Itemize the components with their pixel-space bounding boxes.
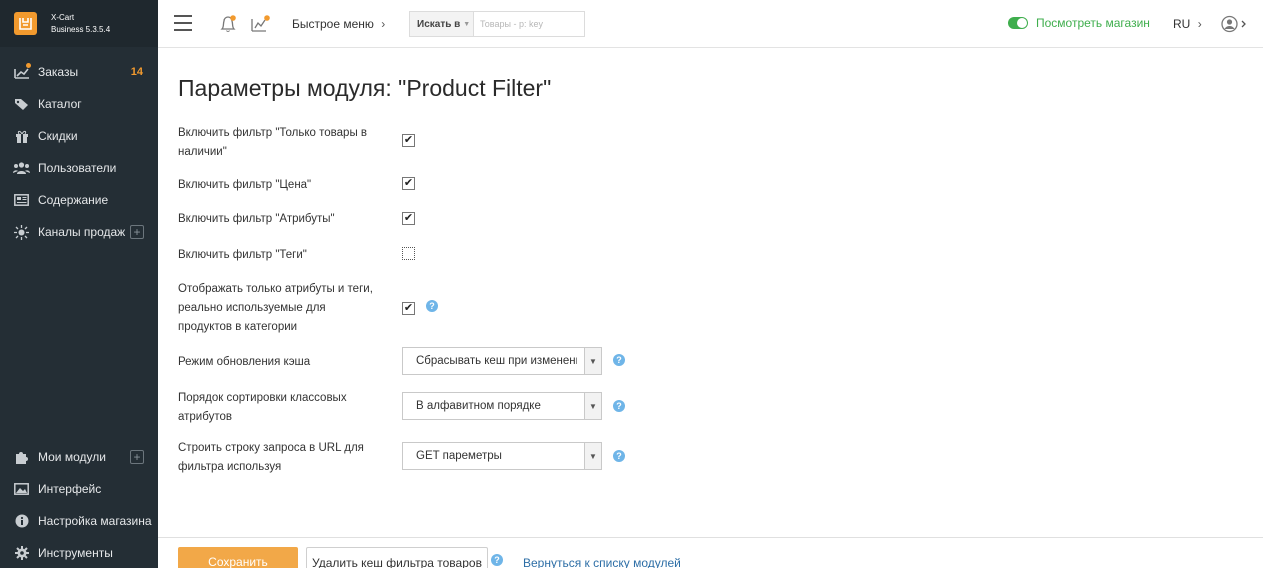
back-to-modules-link[interactable]: Вернуться к списку модулей bbox=[523, 556, 681, 568]
bell-icon[interactable] bbox=[218, 15, 238, 33]
main-content: Параметры модуля: "Product Filter" Включ… bbox=[158, 48, 1263, 568]
tags-filter-label: Включить фильтр "Теги" bbox=[178, 249, 307, 261]
brand-edition: Business 5.3.5.4 bbox=[51, 24, 111, 34]
sidebar-item-label: Заказы bbox=[38, 65, 79, 79]
tags-filter-checkbox[interactable] bbox=[402, 247, 415, 260]
quick-menu-label: Быстрое меню bbox=[292, 17, 374, 31]
sidebar-item-store-setup[interactable]: Настройка магазина bbox=[0, 505, 158, 537]
notification-dot bbox=[26, 63, 31, 68]
chevron-down-icon: ▼ bbox=[584, 348, 601, 374]
only-used-label: Отображать только атрибуты и теги, реаль… bbox=[178, 283, 373, 333]
toggle-on-icon bbox=[1008, 17, 1028, 29]
gear-icon bbox=[13, 546, 30, 560]
sidebar-item-content[interactable]: Содержание bbox=[0, 184, 158, 216]
caret-down-icon: ▼ bbox=[463, 20, 471, 28]
brand-text: X-Cart Business 5.3.5.4 bbox=[51, 12, 110, 36]
gift-icon bbox=[13, 129, 30, 143]
sidebar-nav: Заказы 14 Каталог Скидки Пользователи Со… bbox=[0, 56, 158, 248]
help-icon[interactable]: ? bbox=[613, 450, 625, 462]
user-avatar-icon bbox=[1221, 15, 1246, 33]
xcart-logo-icon bbox=[14, 12, 37, 35]
sidebar-item-discounts[interactable]: Скидки bbox=[0, 120, 158, 152]
search-type-select[interactable]: Искать в ▼ bbox=[410, 12, 474, 36]
in-stock-filter-label: Включить фильтр "Только товары в наличии… bbox=[178, 127, 368, 158]
form-footer: Сохранить Удалить кеш фильтра товаров ? … bbox=[158, 537, 1263, 568]
help-icon[interactable]: ? bbox=[426, 300, 438, 312]
expand-plus-icon[interactable]: + bbox=[130, 450, 144, 464]
search-type-label: Искать в bbox=[417, 18, 461, 30]
sidebar-item-users[interactable]: Пользователи bbox=[0, 152, 158, 184]
help-icon[interactable]: ? bbox=[613, 400, 625, 412]
save-button[interactable]: Сохранить bbox=[178, 547, 298, 568]
sidebar-item-label: Каналы продаж bbox=[38, 225, 126, 239]
cache-mode-label: Режим обновления кэша bbox=[178, 356, 311, 368]
sidebar-bottom-nav: Мои модули + Интерфейс Настройка магазин… bbox=[0, 441, 158, 568]
checkmark-icon: ✔ bbox=[403, 134, 414, 146]
sidebar-item-label: Пользователи bbox=[38, 161, 117, 175]
sun-icon bbox=[13, 224, 30, 240]
sidebar-item-label: Каталог bbox=[38, 97, 82, 111]
view-store-label: Посмотреть магазин bbox=[1036, 16, 1150, 30]
checkmark-icon: ✔ bbox=[403, 302, 414, 314]
sort-order-label: Порядок сортировки классовых атрибутов bbox=[178, 392, 347, 423]
help-icon[interactable]: ? bbox=[613, 354, 625, 366]
content-icon bbox=[13, 193, 30, 207]
cache-mode-select[interactable]: Сбрасывать кеш при изменении ▼ bbox=[402, 347, 602, 375]
sidebar-item-label: Содержание bbox=[38, 193, 109, 207]
sidebar-item-label: Инструменты bbox=[38, 546, 113, 560]
brand-name: X-Cart bbox=[51, 12, 75, 22]
expand-plus-icon[interactable]: + bbox=[130, 225, 144, 239]
sidebar-item-orders[interactable]: Заказы 14 bbox=[0, 56, 158, 88]
view-store-toggle[interactable]: Посмотреть магазин bbox=[1008, 16, 1150, 30]
sidebar-item-label: Настройка магазина bbox=[38, 514, 152, 528]
image-icon bbox=[13, 482, 30, 496]
hamburger-menu-icon[interactable] bbox=[174, 15, 192, 31]
sidebar-item-sales-channels[interactable]: Каналы продаж + bbox=[0, 216, 158, 248]
sidebar: X-Cart Business 5.3.5.4 Заказы 14 Катало… bbox=[0, 0, 158, 568]
sidebar-item-catalog[interactable]: Каталог bbox=[0, 88, 158, 120]
tag-icon bbox=[13, 97, 30, 111]
only-used-checkbox[interactable]: ✔ bbox=[402, 302, 415, 315]
sort-order-value: В алфавитном порядке bbox=[416, 400, 541, 412]
help-icon[interactable]: ? bbox=[491, 554, 503, 566]
language-label: RU bbox=[1173, 17, 1191, 31]
price-filter-checkbox[interactable]: ✔ bbox=[402, 177, 415, 190]
checkmark-icon: ✔ bbox=[403, 177, 414, 189]
chevron-right-icon: › bbox=[1197, 17, 1202, 31]
checkmark-icon: ✔ bbox=[403, 212, 414, 224]
chevron-down-icon: ▼ bbox=[584, 443, 601, 469]
chevron-right-icon: › bbox=[381, 17, 386, 31]
orders-count-badge: 14 bbox=[130, 66, 143, 78]
sidebar-item-my-modules[interactable]: Мои модули + bbox=[0, 441, 158, 473]
url-mode-label: Строить строку запроса в URL для фильтра… bbox=[178, 442, 364, 473]
users-icon bbox=[13, 161, 30, 175]
search-box: Искать в ▼ bbox=[409, 11, 585, 37]
url-mode-value: GET пареметры bbox=[416, 450, 502, 462]
attributes-filter-label: Включить фильтр "Атрибуты" bbox=[178, 213, 335, 225]
top-header: Быстрое меню › Искать в ▼ Посмотреть маг… bbox=[158, 0, 1263, 48]
page-title: Параметры модуля: "Product Filter" bbox=[178, 75, 552, 101]
brand[interactable]: X-Cart Business 5.3.5.4 bbox=[0, 0, 158, 47]
language-selector[interactable]: RU › bbox=[1173, 17, 1202, 31]
in-stock-filter-checkbox[interactable]: ✔ bbox=[402, 134, 415, 147]
sidebar-item-label: Скидки bbox=[38, 129, 78, 143]
sort-order-select[interactable]: В алфавитном порядке ▼ bbox=[402, 392, 602, 420]
user-menu[interactable] bbox=[1221, 15, 1249, 33]
puzzle-icon bbox=[13, 450, 30, 464]
chevron-down-icon: ▼ bbox=[584, 393, 601, 419]
sales-notifications-icon[interactable] bbox=[250, 15, 270, 33]
sidebar-item-label: Интерфейс bbox=[38, 482, 102, 496]
clear-filter-cache-button[interactable]: Удалить кеш фильтра товаров bbox=[306, 547, 488, 568]
quick-menu-button[interactable]: Быстрое меню › bbox=[292, 17, 385, 31]
sidebar-item-interface[interactable]: Интерфейс bbox=[0, 473, 158, 505]
sidebar-item-label: Мои модули bbox=[38, 450, 106, 464]
sidebar-item-tools[interactable]: Инструменты bbox=[0, 537, 158, 568]
url-mode-select[interactable]: GET пареметры ▼ bbox=[402, 442, 602, 470]
search-input[interactable] bbox=[474, 12, 584, 36]
cache-mode-value: Сбрасывать кеш при изменении bbox=[416, 355, 577, 367]
chart-icon bbox=[13, 63, 31, 79]
info-icon bbox=[13, 514, 30, 528]
price-filter-label: Включить фильтр "Цена" bbox=[178, 179, 312, 191]
attributes-filter-checkbox[interactable]: ✔ bbox=[402, 212, 415, 225]
